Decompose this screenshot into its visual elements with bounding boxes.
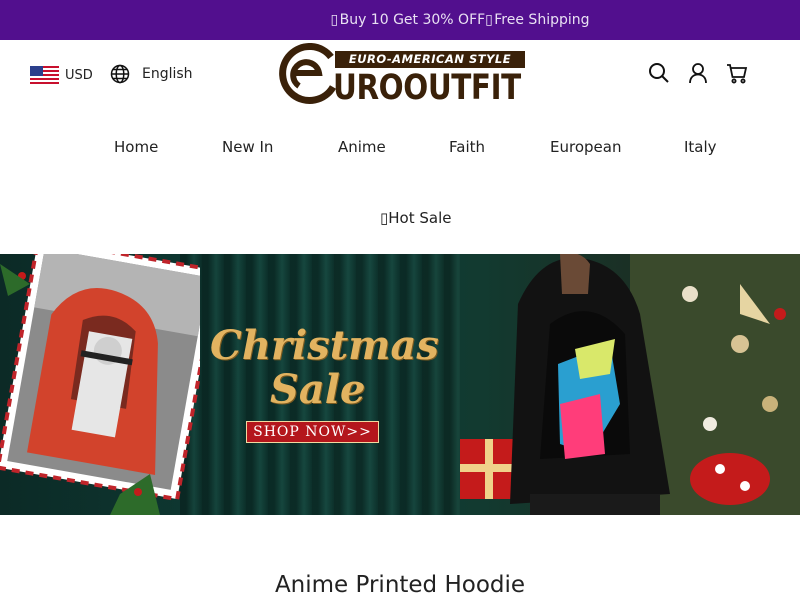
us-flag-icon: [30, 66, 59, 84]
nav-item-italy[interactable]: Italy: [684, 138, 717, 156]
brand-logo[interactable]: EURO-AMERICAN STYLE UROOUTFIT: [275, 43, 527, 108]
logo-e-mark: [279, 43, 337, 104]
currency-selector[interactable]: USD: [30, 66, 93, 84]
header-actions: [648, 62, 748, 84]
logo-wordmark: UROOUTFIT: [333, 68, 521, 108]
banner-title-line1: Christmas: [210, 322, 439, 369]
account-icon[interactable]: [687, 62, 709, 84]
nav-item-anime[interactable]: Anime: [338, 138, 386, 156]
nav-item-home[interactable]: Home: [114, 138, 158, 156]
logo-tagline: EURO-AMERICAN STYLE: [335, 51, 525, 68]
nav-item-new-in[interactable]: New In: [222, 138, 273, 156]
nav-item-faith[interactable]: Faith: [449, 138, 485, 156]
globe-icon: [110, 64, 130, 84]
currency-label: USD: [65, 67, 93, 83]
language-label: English: [142, 66, 193, 82]
nav-item-european[interactable]: European: [550, 138, 621, 156]
search-icon[interactable]: [648, 62, 670, 84]
nav-item-hot-sale[interactable]: ▯Hot Sale: [380, 209, 451, 227]
shop-now-button[interactable]: SHOP NOW>>: [246, 421, 379, 443]
hoodie-photo-right: [460, 254, 800, 515]
banner-title-line2: Sale: [270, 366, 366, 413]
hoodie-photo-left: [0, 254, 200, 515]
site-header: USD English EURO-AMERICAN STYLE UROOUTFI…: [0, 40, 800, 112]
section-title: Anime Printed Hoodie: [274, 572, 526, 598]
language-selector[interactable]: English: [110, 64, 193, 84]
main-nav: Home New In Anime Faith European Italy ▯…: [0, 112, 800, 254]
christmas-sale-banner[interactable]: Christmas Sale SHOP NOW>>: [0, 254, 800, 515]
cart-icon[interactable]: [726, 62, 748, 84]
promo-text: ▯ Buy 10 Get 30% OFF▯ Free Shipping: [330, 12, 590, 28]
promo-bar: ▯ Buy 10 Get 30% OFF▯ Free Shipping: [0, 0, 800, 40]
